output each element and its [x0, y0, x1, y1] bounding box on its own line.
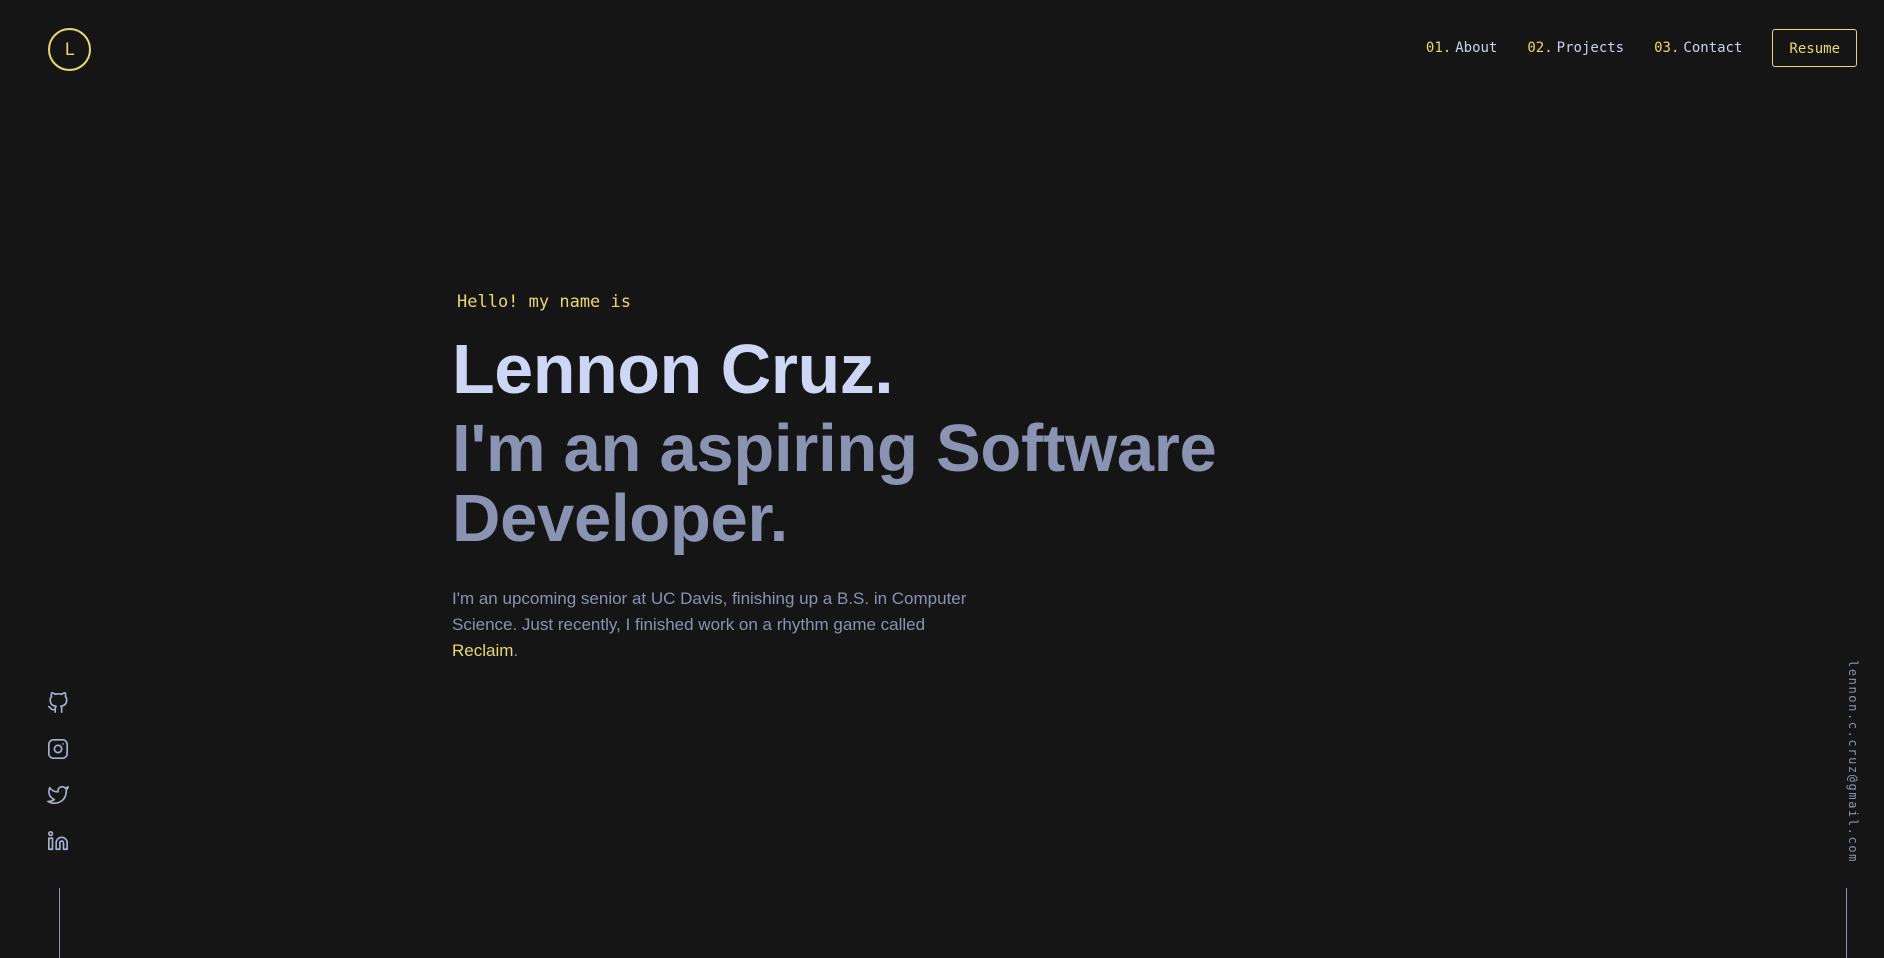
nav-item-contact[interactable]: 03. Contact	[1654, 40, 1742, 56]
nav-number: 03.	[1654, 40, 1680, 56]
social-links	[47, 692, 71, 876]
logo[interactable]: L	[48, 28, 91, 71]
github-link[interactable]	[47, 692, 69, 714]
linkedin-icon	[48, 831, 68, 851]
resume-button[interactable]: Resume	[1772, 29, 1857, 67]
nav-number: 01.	[1425, 40, 1452, 56]
main-nav: 01. About 02. Projects 03. Contact Resume	[1426, 29, 1857, 67]
intro-end: .	[513, 641, 519, 660]
reclaim-link[interactable]: Reclaim	[452, 641, 513, 660]
nav-label: About	[1455, 40, 1498, 56]
twitter-icon	[47, 785, 69, 805]
logo-letter: L	[64, 39, 75, 60]
hero-name: Lennon Cruz.	[452, 330, 894, 408]
intro-text: I'm an upcoming senior at UC Davis, fini…	[452, 589, 967, 634]
github-icon	[48, 692, 68, 713]
nav-number: 02.	[1527, 40, 1553, 56]
nav-label: Projects	[1556, 40, 1625, 56]
nav-item-projects[interactable]: 02. Projects	[1527, 40, 1624, 56]
left-divider-line	[59, 888, 60, 958]
nav-item-about[interactable]: 01. About	[1426, 40, 1497, 56]
hero-section: Hello! my name is Lennon Cruz. I'm an as…	[452, 285, 1352, 664]
linkedin-link[interactable]	[47, 830, 69, 852]
twitter-link[interactable]	[47, 784, 69, 806]
instagram-link[interactable]	[47, 738, 69, 760]
greeting-text: Hello! my name is	[457, 292, 631, 312]
instagram-icon	[48, 739, 68, 759]
email-link[interactable]: lennon.c.cruz@gmail.com	[1846, 660, 1860, 863]
hero-tagline: I'm an aspiring Software Developer.	[452, 411, 1217, 556]
intro-paragraph: I'm an upcoming senior at UC Davis, fini…	[452, 586, 992, 664]
nav-label: Contact	[1683, 40, 1743, 56]
right-divider-line	[1846, 888, 1847, 958]
